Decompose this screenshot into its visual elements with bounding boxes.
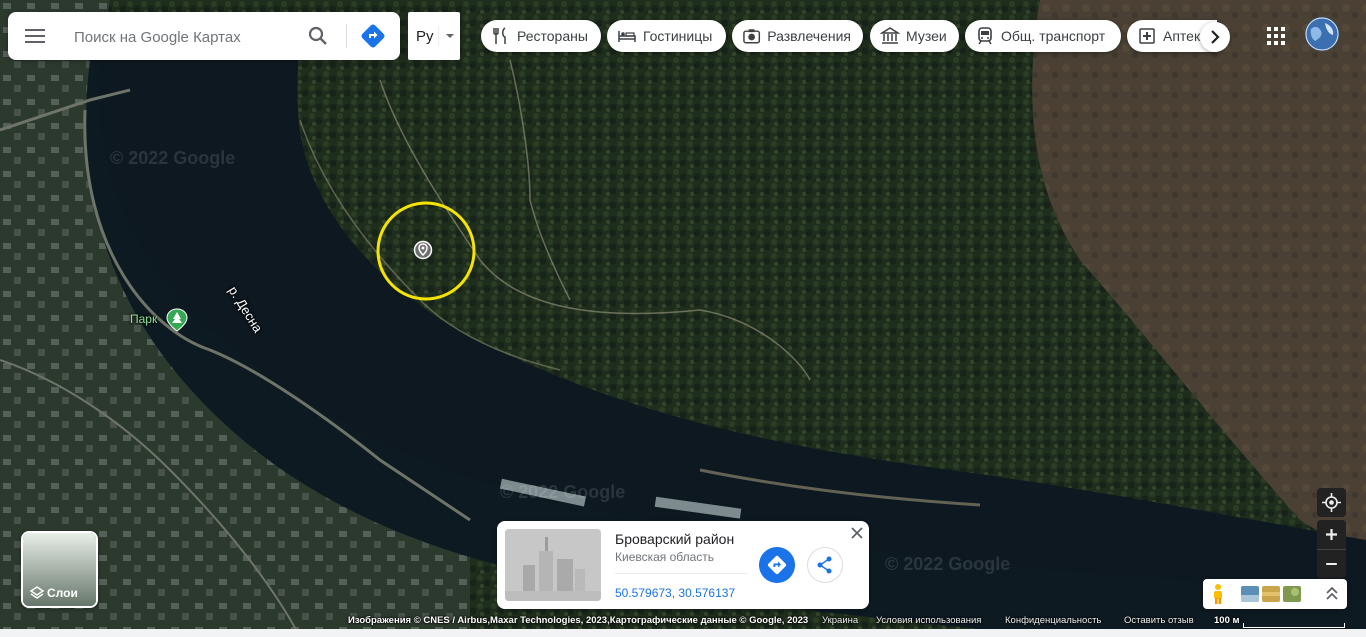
chip-entertainment[interactable]: Развлечения bbox=[732, 20, 863, 52]
park-icon bbox=[166, 308, 188, 332]
chevron-right-icon bbox=[1211, 30, 1220, 44]
pegman-icon[interactable] bbox=[1210, 583, 1226, 605]
place-info-card[interactable]: Броварский район Киевская область 50.579… bbox=[497, 521, 869, 609]
feedback-link[interactable]: Оставить отзыв bbox=[1124, 615, 1194, 626]
park-marker[interactable]: Парк bbox=[130, 308, 190, 332]
expand-up-icon[interactable] bbox=[1323, 584, 1341, 604]
place-title: Броварский район bbox=[615, 531, 735, 547]
chevron-down-icon bbox=[438, 26, 454, 46]
place-thumbnail bbox=[505, 529, 601, 601]
search-box bbox=[8, 12, 400, 60]
apps-grid-icon[interactable] bbox=[1262, 22, 1290, 50]
layers-icon bbox=[29, 586, 45, 599]
chip-label: Общ. транспорт bbox=[1001, 28, 1106, 44]
chip-hotels[interactable]: Гостиницы bbox=[607, 20, 726, 52]
layers-button[interactable]: Слои bbox=[21, 531, 98, 608]
map-watermark: © 2022 Google bbox=[885, 554, 1011, 574]
map-footer: Изображения © CNES / Airbus,Maxar Techno… bbox=[0, 615, 1366, 629]
country-label[interactable]: Украина bbox=[822, 615, 858, 626]
directions-icon[interactable] bbox=[359, 22, 387, 50]
place-coordinates-link[interactable]: 50.579673, 30.576137 bbox=[615, 586, 735, 600]
chip-museums[interactable]: Музеи bbox=[870, 20, 959, 52]
restaurant-icon bbox=[493, 27, 506, 44]
scale-label[interactable]: 100 м bbox=[1214, 615, 1240, 626]
location-pin-icon[interactable] bbox=[413, 240, 433, 262]
camera-icon bbox=[743, 29, 761, 44]
museum-icon bbox=[880, 27, 900, 44]
zoom-out-button[interactable] bbox=[1317, 549, 1346, 578]
park-label: Парк bbox=[130, 312, 158, 326]
info-divider bbox=[615, 573, 747, 574]
map-tools-strip bbox=[1203, 579, 1347, 609]
chip-label: Рестораны bbox=[517, 28, 588, 44]
chip-label: Развлечения bbox=[767, 28, 851, 44]
my-location-button[interactable] bbox=[1317, 488, 1346, 517]
close-icon[interactable] bbox=[849, 525, 865, 541]
chips-next-button[interactable] bbox=[1200, 22, 1230, 52]
chip-label: Гостиницы bbox=[643, 28, 713, 44]
zoom-in-button[interactable] bbox=[1317, 520, 1346, 549]
map-watermark: © 2022 Google bbox=[500, 482, 626, 502]
transit-icon bbox=[978, 27, 992, 45]
search-input[interactable] bbox=[72, 25, 296, 49]
avatar[interactable] bbox=[1305, 17, 1339, 51]
chip-transit[interactable]: Общ. транспорт bbox=[965, 20, 1121, 52]
scale-bar bbox=[1243, 623, 1345, 628]
imagery-thumb-2[interactable] bbox=[1262, 586, 1280, 602]
imagery-attribution: Изображения © CNES / Airbus,Maxar Techno… bbox=[348, 615, 809, 626]
search-divider bbox=[346, 24, 347, 48]
language-label: Ру bbox=[416, 28, 434, 45]
terms-link[interactable]: Условия использования bbox=[876, 615, 981, 626]
hotel-icon bbox=[618, 31, 636, 42]
search-icon[interactable] bbox=[306, 24, 330, 48]
pharmacy-icon bbox=[1139, 28, 1155, 44]
page-bottom-edge bbox=[0, 629, 1366, 637]
directions-button[interactable] bbox=[759, 547, 795, 583]
map-watermark: © 2022 Google bbox=[110, 148, 236, 168]
imagery-thumb-3[interactable] bbox=[1283, 586, 1301, 602]
chip-label: Аптек bbox=[1163, 28, 1201, 44]
imagery-thumb-1[interactable] bbox=[1241, 586, 1259, 602]
chip-label: Музеи bbox=[906, 28, 947, 44]
place-subtitle: Киевская область bbox=[615, 550, 715, 564]
share-button[interactable] bbox=[807, 547, 843, 583]
layers-label: Слои bbox=[47, 586, 78, 600]
menu-icon[interactable] bbox=[22, 24, 48, 48]
chip-restaurants[interactable]: Рестораны bbox=[481, 20, 601, 52]
language-select[interactable]: Ру bbox=[408, 12, 460, 60]
privacy-link[interactable]: Конфиденциальность bbox=[1005, 615, 1101, 626]
